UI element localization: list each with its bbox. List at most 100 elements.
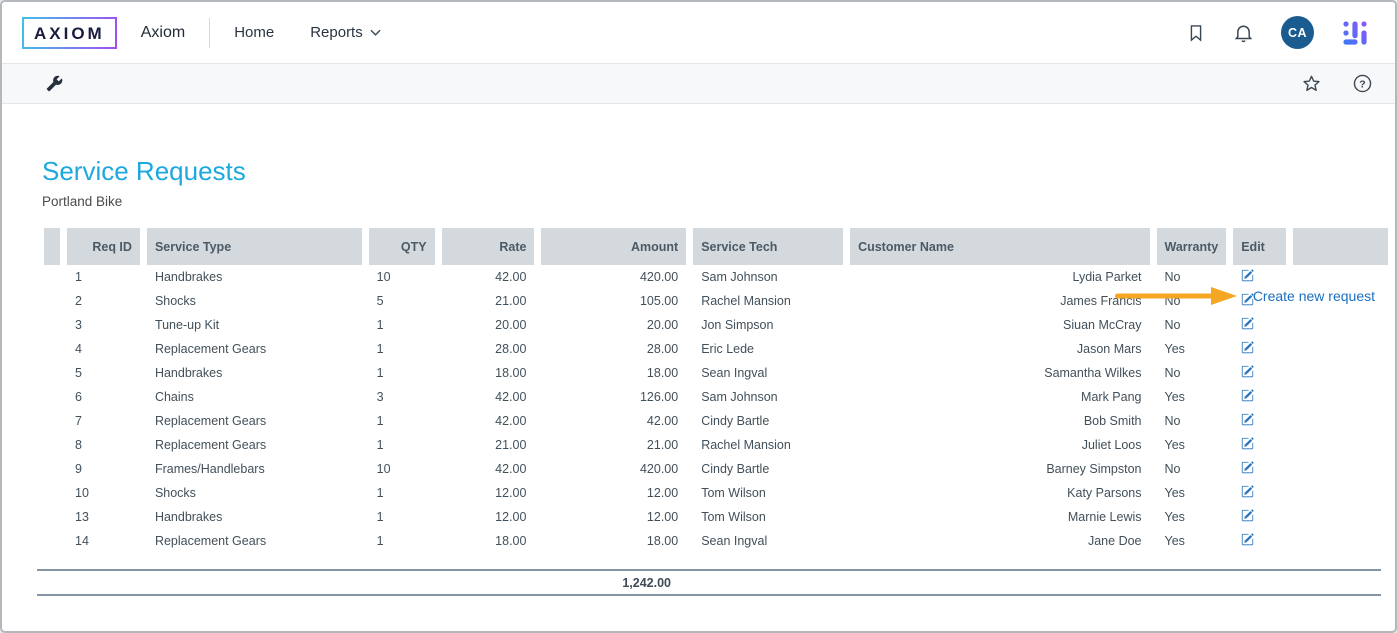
cell-qty: 3 — [369, 385, 435, 409]
cell-req_id: 8 — [67, 433, 140, 457]
cell-service_type: Frames/Handlebars — [147, 457, 362, 481]
cell-edit — [1233, 505, 1286, 529]
create-new-request-link[interactable]: Create new request — [1253, 288, 1375, 304]
cell-qty: 1 — [369, 361, 435, 385]
cell-blank — [1293, 385, 1388, 409]
edit-row-button[interactable] — [1241, 413, 1254, 426]
cell-customer_name: Samantha Wilkes — [850, 361, 1149, 385]
edit-row-button[interactable] — [1241, 437, 1254, 450]
column-header-warranty: Warranty — [1157, 228, 1227, 265]
bookmark-icon[interactable] — [1186, 22, 1206, 44]
cell-customer_name: Marnie Lewis — [850, 505, 1149, 529]
nav-item-home[interactable]: Home — [234, 24, 274, 41]
total-amount: 1,242.00 — [37, 576, 679, 590]
cell-qty: 10 — [369, 265, 435, 289]
apps-grid-icon[interactable] — [1341, 19, 1369, 47]
edit-row-button[interactable] — [1241, 317, 1254, 330]
cell-blank — [1293, 337, 1388, 361]
cell-blank — [44, 265, 60, 289]
cell-service_type: Handbrakes — [147, 505, 362, 529]
service-requests-table: Req IDService TypeQTYRateAmountService T… — [37, 228, 1395, 553]
column-header-blank — [1293, 228, 1388, 265]
edit-row-button[interactable] — [1241, 269, 1254, 282]
cell-req_id: 10 — [67, 481, 140, 505]
cell-rate: 21.00 — [442, 433, 535, 457]
cell-customer_name: James Francis — [850, 289, 1149, 313]
cell-blank — [1293, 361, 1388, 385]
page-subtitle: Portland Bike — [42, 194, 1395, 209]
cell-warranty: No — [1157, 457, 1227, 481]
cell-service_type: Replacement Gears — [147, 433, 362, 457]
cell-req_id: 9 — [67, 457, 140, 481]
table-row: 8Replacement Gears121.0021.00Rachel Mans… — [44, 433, 1388, 457]
nav-item-home-label: Home — [234, 24, 274, 41]
cell-req_id: 14 — [67, 529, 140, 553]
table-row: 9Frames/Handlebars1042.00420.00Cindy Bar… — [44, 457, 1388, 481]
cell-warranty: Yes — [1157, 481, 1227, 505]
cell-customer_name: Katy Parsons — [850, 481, 1149, 505]
bell-icon[interactable] — [1233, 22, 1254, 44]
cell-req_id: 4 — [67, 337, 140, 361]
cell-customer_name: Jason Mars — [850, 337, 1149, 361]
cell-warranty: No — [1157, 361, 1227, 385]
cell-qty: 1 — [369, 337, 435, 361]
cell-customer_name: Mark Pang — [850, 385, 1149, 409]
nav-divider — [209, 18, 210, 48]
cell-qty: 1 — [369, 505, 435, 529]
help-icon[interactable]: ? — [1352, 73, 1373, 94]
report-toolbar: ? — [2, 64, 1395, 104]
cell-service_type: Shocks — [147, 289, 362, 313]
cell-blank — [44, 457, 60, 481]
cell-edit — [1233, 313, 1286, 337]
table-row: 13Handbrakes112.0012.00Tom WilsonMarnie … — [44, 505, 1388, 529]
cell-service_tech: Sam Johnson — [693, 265, 843, 289]
table-row: 5Handbrakes118.0018.00Sean IngvalSamanth… — [44, 361, 1388, 385]
cell-customer_name: Jane Doe — [850, 529, 1149, 553]
cell-warranty: No — [1157, 409, 1227, 433]
cell-service_tech: Sean Ingval — [693, 361, 843, 385]
table-row: 6Chains342.00126.00Sam JohnsonMark PangY… — [44, 385, 1388, 409]
cell-warranty: Yes — [1157, 433, 1227, 457]
cell-warranty: Yes — [1157, 529, 1227, 553]
star-icon[interactable] — [1301, 73, 1322, 94]
edit-row-button[interactable] — [1241, 461, 1254, 474]
edit-row-button[interactable] — [1241, 341, 1254, 354]
cell-edit — [1233, 529, 1286, 553]
cell-blank — [44, 409, 60, 433]
cell-service_type: Replacement Gears — [147, 529, 362, 553]
cell-req_id: 1 — [67, 265, 140, 289]
cell-rate: 42.00 — [442, 457, 535, 481]
edit-row-button[interactable] — [1241, 509, 1254, 522]
cell-amount: 12.00 — [541, 481, 686, 505]
cell-edit — [1233, 457, 1286, 481]
column-header-service_tech: Service Tech — [693, 228, 843, 265]
cell-edit — [1233, 433, 1286, 457]
edit-row-button[interactable] — [1241, 365, 1254, 378]
cell-blank — [1293, 313, 1388, 337]
column-header-edit: Edit — [1233, 228, 1286, 265]
edit-row-button[interactable] — [1241, 389, 1254, 402]
avatar[interactable]: CA — [1281, 16, 1314, 49]
cell-rate: 20.00 — [442, 313, 535, 337]
cell-rate: 42.00 — [442, 385, 535, 409]
cell-req_id: 3 — [67, 313, 140, 337]
cell-service_tech: Cindy Bartle — [693, 409, 843, 433]
table-row: 7Replacement Gears142.0042.00Cindy Bartl… — [44, 409, 1388, 433]
cell-service_type: Replacement Gears — [147, 409, 362, 433]
cell-qty: 5 — [369, 289, 435, 313]
cell-blank — [44, 361, 60, 385]
nav-item-reports[interactable]: Reports — [310, 24, 381, 41]
wrench-icon[interactable] — [46, 75, 63, 92]
cell-qty: 1 — [369, 409, 435, 433]
cell-service_tech: Tom Wilson — [693, 481, 843, 505]
cell-blank — [1293, 529, 1388, 553]
top-navigation-bar: AXIOM Axiom Home Reports CA — [2, 2, 1395, 64]
table-total-row: 1,242.00 — [37, 569, 1381, 596]
edit-row-button[interactable] — [1241, 533, 1254, 546]
edit-row-button[interactable] — [1241, 485, 1254, 498]
axiom-logo[interactable]: AXIOM — [22, 17, 117, 49]
table-body: 1Handbrakes1042.00420.00Sam JohnsonLydia… — [44, 265, 1388, 553]
cell-warranty: Yes — [1157, 385, 1227, 409]
cell-qty: 1 — [369, 481, 435, 505]
cell-rate: 18.00 — [442, 361, 535, 385]
